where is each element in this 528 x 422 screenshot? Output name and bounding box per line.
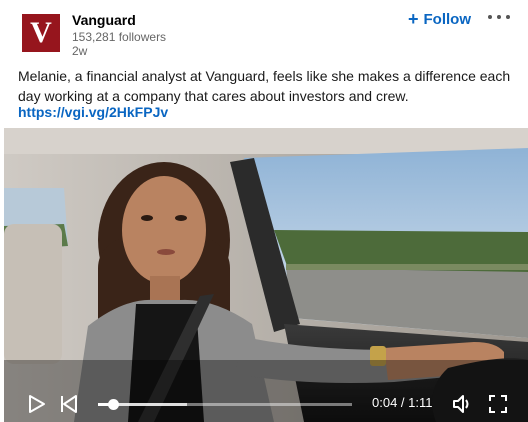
video-frame xyxy=(4,128,528,422)
post-header: V Vanguard 153,281 followers 2w + Follow xyxy=(0,0,528,62)
follow-label: Follow xyxy=(423,10,472,28)
follower-count: 153,281 followers xyxy=(72,30,167,44)
duration: 1:11 xyxy=(408,395,433,410)
follow-button[interactable]: + Follow xyxy=(408,8,471,30)
post-time: 2w xyxy=(72,44,88,58)
post-link[interactable]: https://vgi.vg/2HkFPJv xyxy=(18,104,168,120)
play-icon[interactable] xyxy=(28,394,46,414)
company-name[interactable]: Vanguard xyxy=(72,12,136,28)
company-logo[interactable]: V xyxy=(22,14,60,52)
video-controls: 0:04 / 1:11 xyxy=(4,382,528,422)
time-separator: / xyxy=(397,395,409,410)
previous-icon[interactable] xyxy=(60,394,78,414)
fullscreen-icon[interactable] xyxy=(488,394,508,414)
time-readout: 0:04 / 1:11 xyxy=(372,395,433,410)
volume-icon[interactable] xyxy=(452,394,474,414)
plus-icon: + xyxy=(408,8,419,29)
post-text: Melanie, a financial analyst at Vanguard… xyxy=(18,68,511,104)
progress-bar[interactable] xyxy=(98,399,352,410)
more-options-icon[interactable] xyxy=(488,12,510,22)
video-player[interactable]: 0:04 / 1:11 xyxy=(4,128,528,422)
progress-thumb[interactable] xyxy=(108,399,120,410)
current-time: 0:04 xyxy=(372,395,398,410)
logo-letter: V xyxy=(30,16,52,49)
feed-post: V Vanguard 153,281 followers 2w + Follow… xyxy=(0,0,528,422)
